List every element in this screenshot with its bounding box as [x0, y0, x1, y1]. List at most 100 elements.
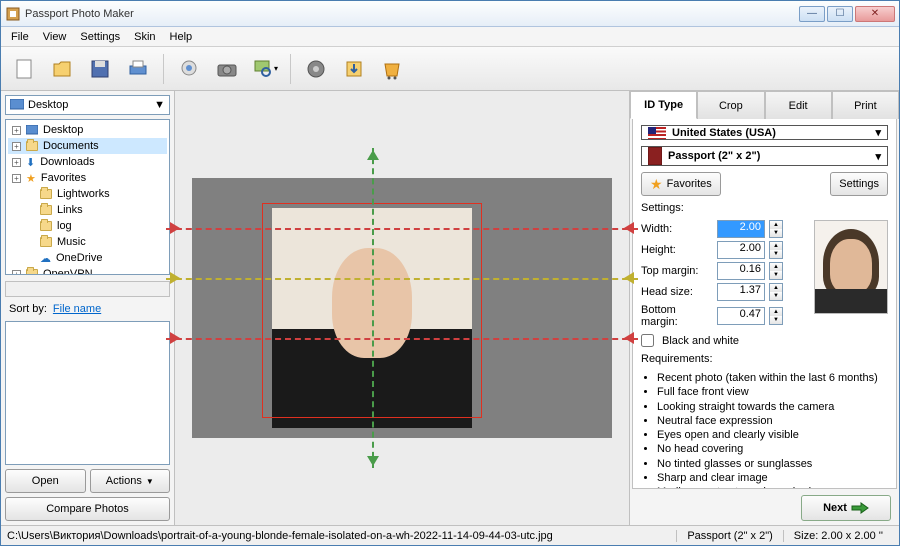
minimize-button[interactable]: —	[799, 6, 825, 22]
handle-right-top[interactable]	[624, 222, 634, 234]
requirement-item: No tinted glasses or sunglasses	[657, 457, 888, 471]
tabs: ID Type Crop Edit Print	[630, 91, 899, 119]
folder-tree[interactable]: +Desktop+Documents+⬇Downloads+★Favorites…	[5, 119, 170, 275]
spinner[interactable]: ▲▼	[769, 220, 783, 238]
requirement-item: Looking straight towards the camera	[657, 400, 888, 414]
camera-icon[interactable]	[210, 52, 244, 86]
bottom_margin-input[interactable]: 0.47	[717, 307, 765, 325]
requirement-item: Recent photo (taken within the last 6 mo…	[657, 371, 888, 385]
zoom-icon[interactable]: ▾	[248, 52, 282, 86]
photo-canvas[interactable]	[192, 178, 612, 438]
tree-item[interactable]: Links	[8, 202, 167, 218]
black-white-checkbox[interactable]: Black and white	[641, 334, 888, 347]
location-combo[interactable]: Desktop ▼	[5, 95, 170, 115]
tree-item[interactable]: log	[8, 218, 167, 234]
chevron-down-icon: ▾	[875, 126, 881, 139]
spinner[interactable]: ▲▼	[769, 283, 783, 301]
width-input[interactable]: 2.00	[717, 220, 765, 238]
menu-settings[interactable]: Settings	[74, 29, 126, 45]
handle-top[interactable]	[367, 150, 379, 160]
titlebar: Passport Photo Maker — ☐ ✕	[1, 1, 899, 27]
app-icon	[5, 6, 21, 22]
handle-left-chin[interactable]	[170, 332, 180, 344]
handle-right-chin[interactable]	[624, 332, 634, 344]
actions-button[interactable]: Actions▼	[90, 469, 171, 493]
spinner[interactable]: ▲▼	[769, 307, 783, 325]
requirements-list: Recent photo (taken within the last 6 mo…	[641, 371, 888, 489]
document-type-dropdown[interactable]: Passport (2" x 2") ▾	[641, 146, 888, 166]
order-icon[interactable]	[375, 52, 409, 86]
tree-item[interactable]: ☁OneDrive	[8, 250, 167, 266]
doc-type-label: Passport (2" x 2")	[668, 150, 760, 162]
new-icon[interactable]	[7, 52, 41, 86]
menu-view[interactable]: View	[37, 29, 73, 45]
settings-button[interactable]: Settings	[830, 172, 888, 196]
close-button[interactable]: ✕	[855, 6, 895, 22]
next-button[interactable]: Next	[801, 495, 891, 521]
tree-item[interactable]: +⬇Downloads	[8, 154, 167, 170]
tree-item[interactable]: +Desktop	[8, 122, 167, 138]
requirement-item: Medium contrast, no deep shadows	[657, 485, 888, 489]
status-doc: Passport (2" x 2")	[676, 530, 782, 542]
compare-photos-button[interactable]: Compare Photos	[5, 497, 170, 521]
favorites-button[interactable]: ★Favorites	[641, 172, 721, 196]
tab-id-type[interactable]: ID Type	[630, 91, 697, 119]
spinner[interactable]: ▲▼	[769, 241, 783, 259]
field-label: Top margin:	[641, 265, 713, 277]
webcam-icon[interactable]	[172, 52, 206, 86]
thumbnail-area[interactable]	[5, 321, 170, 465]
menu-skin[interactable]: Skin	[128, 29, 161, 45]
sort-link[interactable]: File name	[53, 303, 101, 315]
menu-help[interactable]: Help	[164, 29, 199, 45]
tree-scrollbar[interactable]	[5, 281, 170, 297]
export-icon[interactable]	[337, 52, 371, 86]
effects-icon[interactable]	[299, 52, 333, 86]
menu-file[interactable]: File	[5, 29, 35, 45]
sort-label: Sort by:	[9, 303, 47, 315]
chevron-down-icon: ▼	[146, 477, 154, 486]
tree-item[interactable]: +OpenVPN	[8, 266, 167, 275]
chevron-down-icon: ▼	[154, 99, 165, 111]
arrow-right-icon	[851, 502, 869, 514]
toolbar: ▾	[1, 47, 899, 91]
right-panel: ID Type Crop Edit Print United States (U…	[629, 91, 899, 525]
open-icon[interactable]	[45, 52, 79, 86]
top-guide[interactable]	[166, 228, 638, 230]
maximize-button[interactable]: ☐	[827, 6, 853, 22]
chin-guide[interactable]	[166, 338, 638, 340]
handle-bottom[interactable]	[367, 456, 379, 466]
passport-icon	[648, 147, 662, 165]
vertical-guide[interactable]	[372, 148, 374, 468]
print-icon[interactable]	[121, 52, 155, 86]
requirement-item: Neutral face expression	[657, 414, 888, 428]
tab-crop[interactable]: Crop	[697, 91, 764, 119]
field-label: Head size:	[641, 286, 713, 298]
spinner[interactable]: ▲▼	[769, 262, 783, 280]
location-text: Desktop	[28, 99, 68, 111]
requirement-item: Full face front view	[657, 385, 888, 399]
height-input[interactable]: 2.00	[717, 241, 765, 259]
country-dropdown[interactable]: United States (USA) ▾	[641, 125, 888, 140]
eye-guide[interactable]	[166, 278, 638, 280]
top_margin-input[interactable]: 0.16	[717, 262, 765, 280]
statusbar: C:\Users\Виктория\Downloads\portrait-of-…	[1, 525, 899, 545]
star-icon: ★	[650, 176, 663, 193]
handle-left-top[interactable]	[170, 222, 180, 234]
left-panel: Desktop ▼ +Desktop+Documents+⬇Downloads+…	[1, 91, 175, 525]
tab-print[interactable]: Print	[832, 91, 899, 119]
status-size: Size: 2.00 x 2.00 ''	[783, 530, 893, 542]
requirement-item: Sharp and clear image	[657, 471, 888, 485]
tree-item[interactable]: +Documents	[8, 138, 167, 154]
tree-item[interactable]: Lightworks	[8, 186, 167, 202]
tree-item[interactable]: Music	[8, 234, 167, 250]
canvas-area[interactable]	[175, 91, 629, 525]
save-icon[interactable]	[83, 52, 117, 86]
requirements-heading: Requirements:	[641, 353, 888, 365]
tab-edit[interactable]: Edit	[765, 91, 832, 119]
handle-right-eye[interactable]	[624, 272, 634, 284]
settings-heading: Settings:	[641, 202, 888, 214]
handle-left-eye[interactable]	[170, 272, 180, 284]
tree-item[interactable]: +★Favorites	[8, 170, 167, 186]
open-button[interactable]: Open	[5, 469, 86, 493]
head_size-input[interactable]: 1.37	[717, 283, 765, 301]
